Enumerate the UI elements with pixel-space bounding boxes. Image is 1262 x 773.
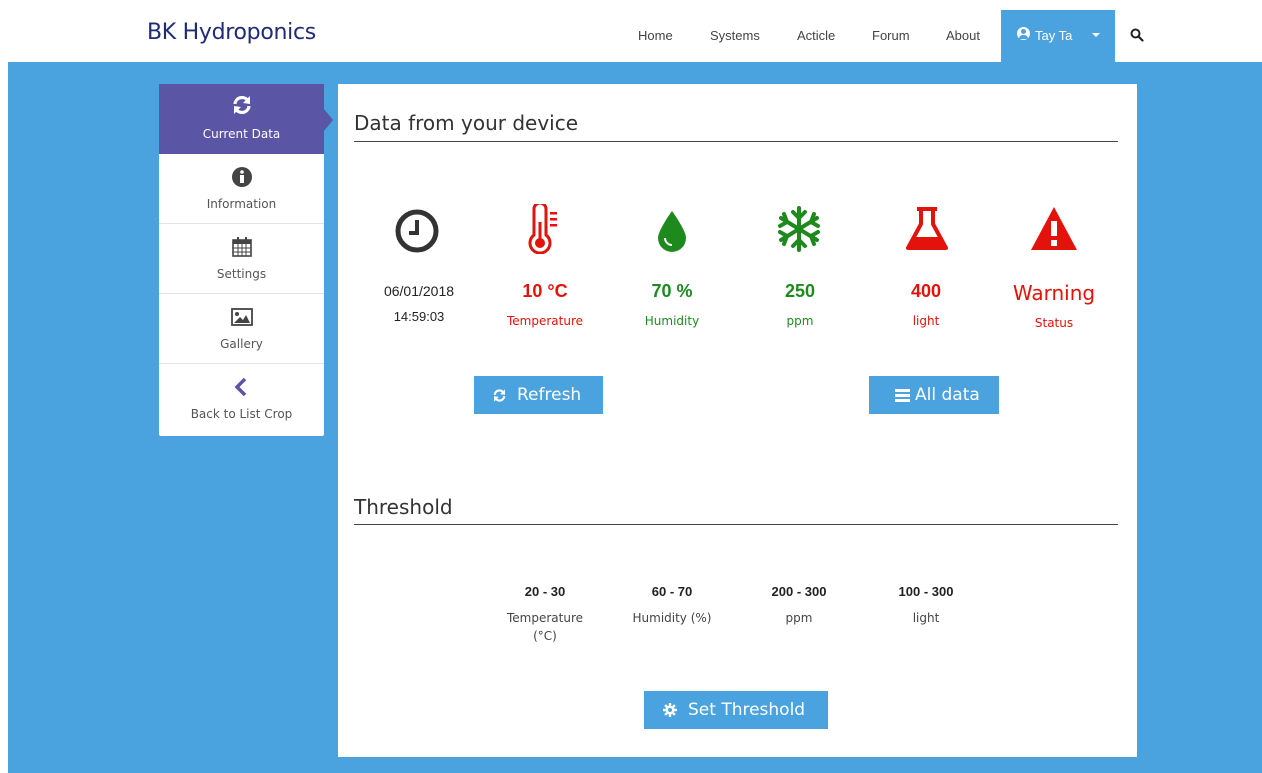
chevron-left-icon xyxy=(234,377,247,397)
user-icon xyxy=(1017,27,1030,40)
threshold-title: Threshold xyxy=(354,495,453,519)
sidebar-item-label: Back to List Crop xyxy=(190,407,293,421)
all-data-button[interactable]: All data xyxy=(869,376,999,414)
divider xyxy=(354,524,1118,525)
ppm-value: 250 xyxy=(784,281,816,301)
gear-icon xyxy=(663,703,677,717)
brand-logo[interactable]: BK Hydroponics xyxy=(147,20,316,45)
clock-icon xyxy=(395,209,439,253)
set-threshold-button[interactable]: Set Threshold xyxy=(644,691,828,729)
temperature-label: Temperature xyxy=(506,314,583,328)
threshold-temperature-value: 20 - 30 xyxy=(524,584,566,599)
humidity-label: Humidity xyxy=(644,314,700,328)
refresh-button-label: Refresh xyxy=(517,385,582,405)
nav-home[interactable]: Home xyxy=(638,28,673,43)
calendar-icon xyxy=(232,237,252,257)
warning-icon xyxy=(1031,207,1077,250)
info-icon xyxy=(232,167,252,187)
sidebar-item-current-data[interactable]: Current Data xyxy=(159,84,333,154)
flask-icon xyxy=(906,207,948,250)
current-data-title: Data from your device xyxy=(354,111,579,135)
threshold-ppm-label: ppm xyxy=(785,611,813,625)
ppm-label: ppm xyxy=(786,314,814,328)
threshold-humidity-label: Humidity (%) xyxy=(632,611,712,625)
humidity-value: 70 % xyxy=(651,281,693,301)
status-label: Status xyxy=(1034,316,1074,330)
threshold-temperature-label: Temperature xyxy=(506,611,583,625)
threshold-temperature-unit: (°C) xyxy=(533,629,557,643)
threshold-light-label: light xyxy=(912,611,940,625)
sidebar-item-label: Gallery xyxy=(220,337,263,351)
temperature-value: 10 °C xyxy=(522,281,568,301)
all-data-button-label: All data xyxy=(915,385,980,405)
nav-systems[interactable]: Systems xyxy=(710,28,760,43)
sidebar-item-label: Current Data xyxy=(202,127,281,141)
set-threshold-button-label: Set Threshold xyxy=(688,700,806,720)
sidebar-item-label: Information xyxy=(206,197,277,211)
reading-time: 14:59:03 xyxy=(393,309,445,324)
user-menu-button[interactable]: Tay Ta xyxy=(1001,10,1115,62)
refresh-icon xyxy=(233,95,251,115)
nav-acticle[interactable]: Acticle xyxy=(797,28,835,43)
main-panel xyxy=(338,84,1137,757)
droplet-icon xyxy=(658,211,686,252)
sidebar-item-gallery[interactable]: Gallery xyxy=(159,294,324,364)
threshold-ppm-value: 200 - 300 xyxy=(771,584,827,599)
sidebar-item-settings[interactable]: Settings xyxy=(159,224,324,294)
threshold-humidity-value: 60 - 70 xyxy=(651,584,693,599)
sidebar-item-label: Settings xyxy=(216,267,267,281)
thermometer-icon xyxy=(528,204,557,254)
nav-forum[interactable]: Forum xyxy=(872,28,910,43)
caret-down-icon xyxy=(1092,33,1100,37)
sidebar-item-back[interactable]: Back to List Crop xyxy=(159,364,324,434)
threshold-light-value: 100 - 300 xyxy=(898,584,954,599)
reading-date: 06/01/2018 xyxy=(383,283,455,299)
user-name: Tay Ta xyxy=(1035,28,1073,43)
snowflake-icon xyxy=(778,206,820,252)
status-value: Warning xyxy=(1012,281,1096,305)
refresh-icon xyxy=(493,389,506,402)
sidebar: Current Data Information Settings Galler… xyxy=(159,84,333,436)
light-label: light xyxy=(912,314,940,328)
image-icon xyxy=(231,308,253,326)
refresh-button[interactable]: Refresh xyxy=(474,376,603,414)
nav-about[interactable]: About xyxy=(946,28,980,43)
list-icon xyxy=(895,389,910,402)
light-value: 400 xyxy=(910,281,942,301)
search-icon[interactable] xyxy=(1130,28,1144,42)
navbar: BK Hydroponics Home Systems Acticle Foru… xyxy=(0,0,1262,62)
sidebar-item-information[interactable]: Information xyxy=(159,154,324,224)
divider xyxy=(354,141,1118,142)
